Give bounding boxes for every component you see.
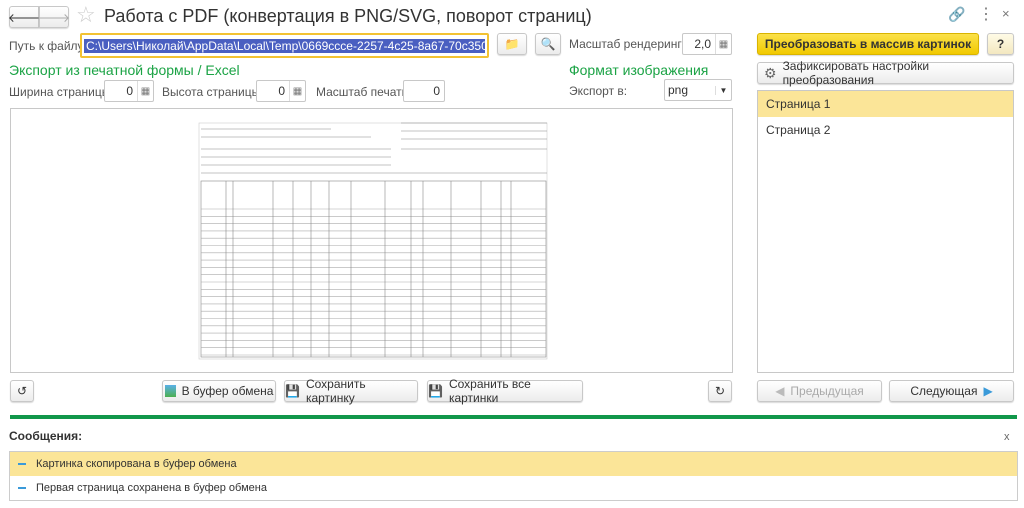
previous-page-button[interactable]: ◀ Предыдущая [757, 380, 882, 402]
export-to-label: Экспорт в: [569, 84, 628, 98]
message-item[interactable]: Первая страница сохранена в буфер обмена [10, 476, 1017, 500]
calculator-icon[interactable]: ▦ [715, 34, 731, 54]
file-path-label: Путь к файлу: [9, 39, 87, 53]
fix-settings-button[interactable]: ⚙ Зафиксировать настройки преобразования [757, 59, 1014, 87]
dash-icon [18, 463, 26, 465]
copy-to-clipboard-button[interactable]: В буфер обмена [162, 380, 276, 402]
messages-title: Сообщения: [9, 429, 83, 443]
floppy-disk-icon: 💾 [428, 384, 443, 398]
page-height-input[interactable]: 0 ▦ [256, 80, 306, 102]
save-all-images-button[interactable]: 💾 Сохранить все картинки [427, 377, 583, 405]
more-icon[interactable]: ⋮ [978, 4, 994, 24]
render-scale-label: Масштаб рендеринга: [569, 37, 692, 51]
file-path-value: C:\Users\Николай\AppData\Local\Temp\0669… [84, 38, 485, 53]
page-width-label: Ширина страницы: [9, 85, 114, 99]
messages-close-icon[interactable]: x [1004, 431, 1010, 443]
close-icon[interactable]: × [1002, 6, 1010, 21]
open-folder-button[interactable]: 📁 [497, 33, 527, 55]
pdf-page-thumbnail [198, 122, 548, 360]
image-format-title: Формат изображения [569, 62, 709, 78]
image-icon [164, 385, 176, 397]
divider [10, 415, 1017, 419]
floppy-disk-icon: 💾 [285, 384, 300, 398]
save-image-button[interactable]: 💾 Сохранить картинку [284, 377, 418, 405]
excel-section-title: Экспорт из печатной формы / Excel [9, 62, 240, 78]
arrow-right-icon: ▶ [983, 384, 993, 398]
arrow-left-icon: ◀ [775, 384, 785, 398]
forward-button[interactable]: 🡒 [38, 6, 70, 28]
page-height-label: Высота страницы: [162, 85, 264, 99]
render-scale-input[interactable]: 2,0 ▦ [682, 33, 732, 55]
chevron-down-icon[interactable]: ▼ [715, 85, 731, 95]
back-button[interactable]: 🡐 [8, 6, 40, 28]
page-width-input[interactable]: 0 ▦ [104, 80, 154, 102]
link-icon[interactable]: 🔗 [948, 6, 965, 23]
rotate-left-button[interactable]: ↺ [10, 380, 34, 402]
dash-icon [18, 487, 26, 489]
page-list-item[interactable]: Страница 1 [758, 91, 1013, 117]
page-list-item[interactable]: Страница 2 [758, 117, 1013, 143]
message-item[interactable]: Картинка скопирована в буфер обмена [10, 452, 1017, 476]
pages-list[interactable]: Страница 1 Страница 2 [757, 90, 1014, 373]
print-scale-label: Масштаб печати: [316, 85, 412, 99]
calculator-icon[interactable]: ▦ [289, 81, 305, 101]
next-page-button[interactable]: Следующая ▶ [889, 380, 1014, 402]
image-preview [10, 108, 733, 373]
file-path-input[interactable]: C:\Users\Николай\AppData\Local\Temp\0669… [80, 33, 489, 58]
preview-search-button[interactable]: 🔍 [535, 33, 561, 55]
help-button[interactable]: ? [987, 33, 1014, 55]
export-format-select[interactable]: png ▼ [664, 79, 732, 101]
print-scale-input[interactable]: 0 [403, 80, 445, 102]
calculator-icon[interactable]: ▦ [137, 81, 153, 101]
page-title: Работа с PDF (конвертация в PNG/SVG, пов… [104, 6, 592, 26]
messages-list: Картинка скопирована в буфер обмена Перв… [9, 451, 1018, 501]
rotate-right-button[interactable]: ↻ [708, 380, 732, 402]
convert-button[interactable]: Преобразовать в массив картинок [757, 33, 979, 55]
gear-icon: ⚙ [764, 64, 777, 81]
favorite-star-icon[interactable]: ☆ [76, 2, 96, 28]
